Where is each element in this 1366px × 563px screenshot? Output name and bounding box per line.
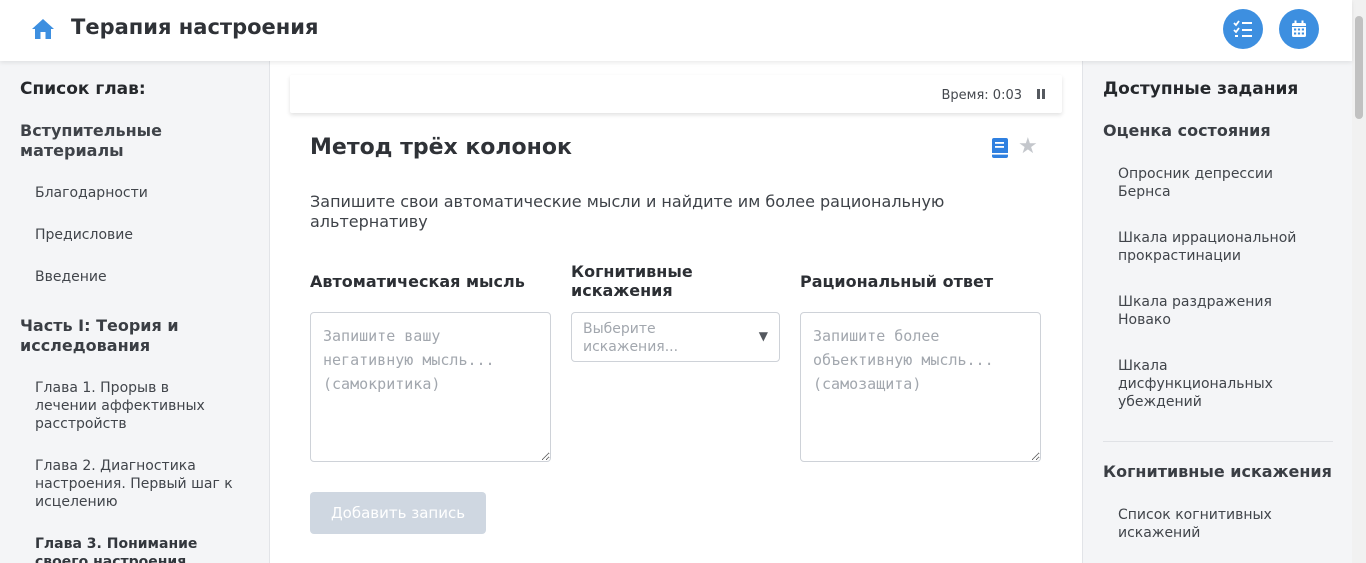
- task-item[interactable]: Шкала иррациональной прокрастинации: [1118, 229, 1298, 265]
- calendar-button[interactable]: [1279, 9, 1319, 49]
- chapter-list-title: Список глав:: [20, 79, 146, 99]
- automatic-thought-input[interactable]: [310, 312, 551, 462]
- column-header-distortions: Когнитивные искажения: [571, 262, 693, 300]
- chapter-item[interactable]: Предисловие: [35, 226, 235, 244]
- task-item[interactable]: Список когнитивных искажений: [1118, 506, 1298, 542]
- task-group-assessment[interactable]: Оценка состояния: [1103, 121, 1271, 140]
- exercise-description: Запишите свои автоматические мысли и най…: [310, 192, 945, 231]
- star-icon[interactable]: ★: [1018, 135, 1038, 159]
- task-item[interactable]: Шкала дисфункциональных убеждений: [1118, 357, 1298, 411]
- exercise-panel: Время: 0:03 Метод трёх колонок ★ Запишит…: [270, 61, 1082, 563]
- column-header-automatic-thought: Автоматическая мысль: [310, 272, 525, 291]
- checklist-icon: [1233, 20, 1252, 37]
- app-title: Терапия настроения: [71, 15, 319, 39]
- distortions-select[interactable]: Выберите искажения... ▼: [571, 312, 780, 362]
- chapter-item-active[interactable]: Глава 3. Понимание своего настроения: [35, 535, 235, 563]
- home-icon[interactable]: [31, 18, 55, 40]
- rational-response-input[interactable]: [800, 312, 1041, 462]
- timer-bar: Время: 0:03: [290, 75, 1062, 113]
- distortions-select-placeholder: Выберите искажения...: [583, 321, 679, 355]
- app-header: Терапия настроения: [0, 0, 1352, 61]
- calendar-icon: [1292, 20, 1306, 37]
- pause-icon[interactable]: [1036, 88, 1046, 100]
- add-entry-button[interactable]: Добавить запись: [310, 492, 486, 534]
- chapter-item[interactable]: Глава 2. Диагностика настроения. Первый …: [35, 457, 235, 511]
- task-item[interactable]: Шкала раздражения Новако: [1118, 293, 1298, 329]
- tasks-title: Доступные задания: [1103, 79, 1299, 99]
- section-intro[interactable]: Вступительные материалы: [20, 121, 230, 161]
- chapter-item[interactable]: Благодарности: [35, 184, 235, 202]
- section-part-1[interactable]: Часть I: Теория и исследования: [20, 316, 230, 356]
- dropdown-arrow-icon: ▼: [758, 329, 768, 343]
- scrollbar-thumb[interactable]: [1355, 16, 1363, 119]
- task-item[interactable]: Опросник депрессии Бернса: [1118, 165, 1298, 201]
- tasks-button[interactable]: [1223, 9, 1263, 49]
- divider: [1103, 441, 1333, 442]
- timer-text: Время: 0:03: [941, 88, 1022, 103]
- tasks-sidebar: Доступные задания Оценка состояния Опрос…: [1082, 61, 1352, 563]
- task-group-distortions[interactable]: Когнитивные искажения: [1103, 462, 1332, 481]
- column-header-rational-response: Рациональный ответ: [800, 272, 994, 291]
- chapter-item[interactable]: Глава 1. Прорыв в лечении аффективных ра…: [35, 379, 235, 433]
- exercise-title: Метод трёх колонок: [310, 135, 572, 160]
- page-scrollbar[interactable]: [1352, 0, 1366, 563]
- chapter-sidebar: Список глав: Вступительные материалы Бла…: [0, 61, 270, 563]
- chapter-item[interactable]: Введение: [35, 268, 235, 286]
- book-icon[interactable]: [990, 137, 1010, 159]
